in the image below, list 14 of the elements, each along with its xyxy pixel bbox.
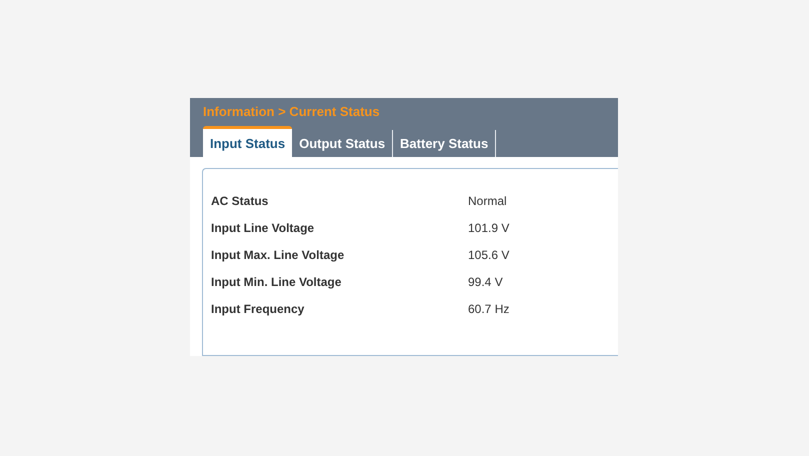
field-value: 101.9 V bbox=[468, 220, 510, 236]
tab[interactable]: Battery Status bbox=[393, 130, 496, 157]
field-label: Input Max. Line Voltage bbox=[211, 247, 346, 263]
field-value: 60.7 Hz bbox=[468, 301, 510, 317]
tab[interactable]: Input Status bbox=[203, 126, 292, 157]
field-value: Normal bbox=[468, 193, 508, 209]
field-value: 105.6 V bbox=[468, 247, 510, 263]
field-value: 99.4 V bbox=[468, 274, 504, 290]
field-label: Input Line Voltage bbox=[211, 220, 316, 236]
field-label: Input Frequency bbox=[211, 301, 306, 317]
field-label: AC Status bbox=[211, 193, 270, 209]
tab[interactable]: Output Status bbox=[292, 130, 394, 157]
field-label: Input Min. Line Voltage bbox=[211, 274, 342, 290]
breadcrumb: Information > Current Status bbox=[203, 104, 381, 119]
